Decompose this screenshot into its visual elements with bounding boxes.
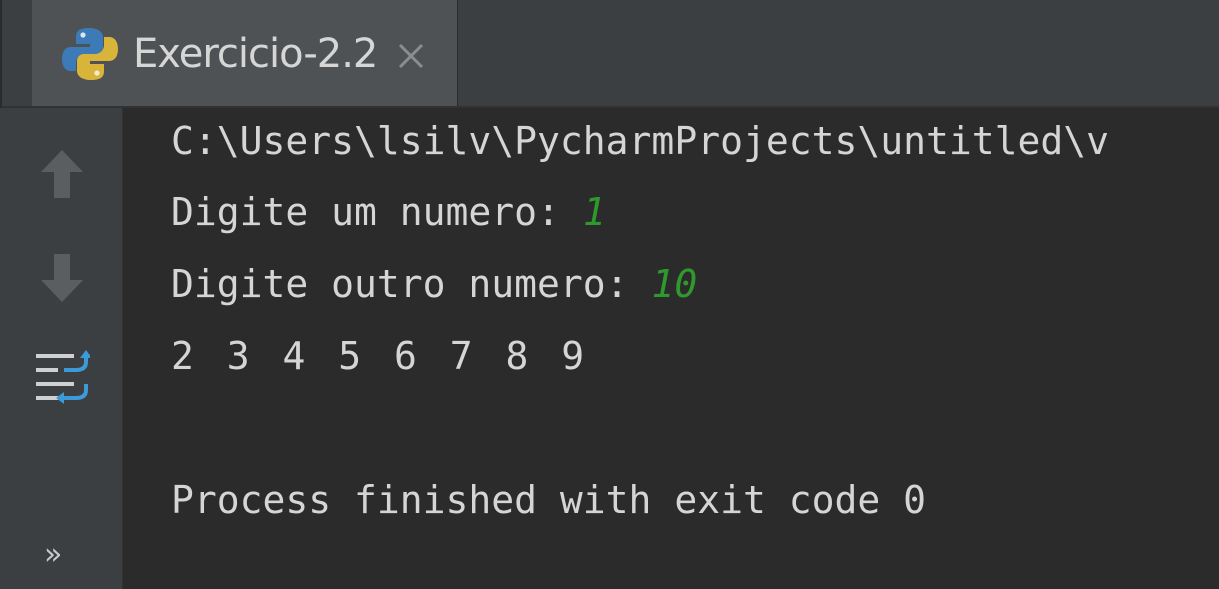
prompt-text: Digite outro numero: xyxy=(171,262,652,306)
console-output-line: 2 3 4 5 6 7 8 9 xyxy=(171,334,590,378)
user-input-value: 1 xyxy=(582,190,606,234)
close-icon[interactable] xyxy=(395,40,427,72)
tab-bar: Exercicio-2.2 xyxy=(0,0,1219,108)
user-input-value: 10 xyxy=(651,262,698,306)
console-prompt-line-1: Digite um numero: 1 xyxy=(171,189,606,235)
console-path-line: C:\Users\lsilv\PycharmProjects\untitled\… xyxy=(171,119,1109,163)
console-toolbar: » xyxy=(0,108,123,589)
arrow-down-icon xyxy=(41,254,83,302)
down-stack-button[interactable] xyxy=(24,240,100,316)
tab-exercicio[interactable]: Exercicio-2.2 xyxy=(32,0,458,106)
soft-wrap-icon xyxy=(36,350,90,404)
arrow-up-icon xyxy=(41,150,83,198)
console-exit-line: Process finished with exit code 0 xyxy=(171,478,926,522)
console-output: C:\Users\lsilv\PycharmProjects\untitled\… xyxy=(123,108,1219,589)
more-actions-button[interactable]: » xyxy=(44,540,62,570)
python-icon xyxy=(62,28,118,80)
tab-title: Exercicio-2.2 xyxy=(133,31,378,77)
up-stack-button[interactable] xyxy=(24,136,100,212)
console-prompt-line-2: Digite outro numero: 10 xyxy=(171,261,697,307)
prompt-text: Digite um numero: xyxy=(171,190,583,234)
soft-wrap-button[interactable] xyxy=(24,344,100,420)
run-console-window: Exercicio-2.2 » C:\Users\lsilv\PycharmPr… xyxy=(0,0,1219,589)
tabbar-edge xyxy=(0,0,2,108)
